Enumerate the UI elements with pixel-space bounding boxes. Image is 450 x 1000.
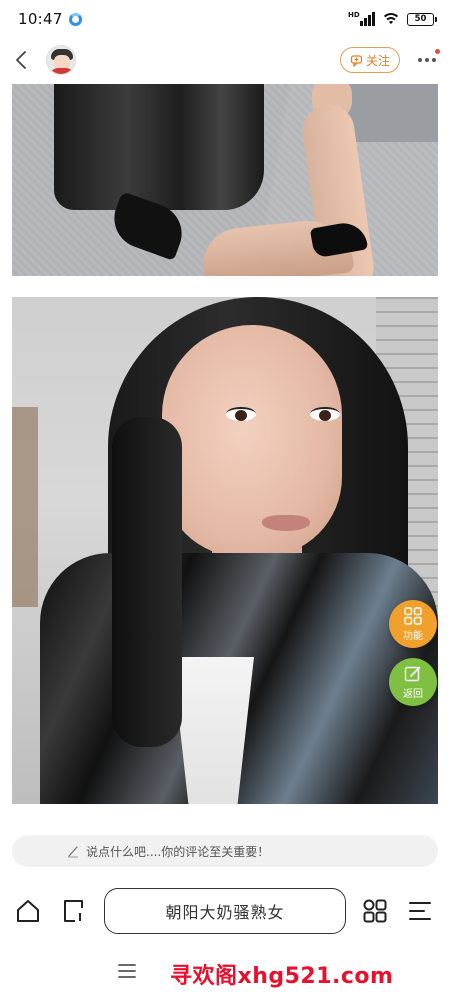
pen-icon xyxy=(68,846,78,858)
cellular-signal-icon: HD xyxy=(348,11,375,26)
url-text: 朝阳大奶骚熟女 xyxy=(165,903,285,922)
function-button[interactable]: 功能 xyxy=(389,600,437,648)
status-icons: HD 50 xyxy=(348,11,437,26)
apps-icon[interactable] xyxy=(361,897,389,925)
status-bar: 10:47 HD 50 xyxy=(0,0,450,38)
more-icon[interactable] xyxy=(414,47,440,73)
site-watermark: 寻欢阁xhg521.com xyxy=(170,964,394,989)
app-notification-icon xyxy=(68,12,82,26)
system-nav-bar: 寻欢阁xhg521.com xyxy=(0,955,450,995)
comment-input[interactable]: 说点什么吧....你的评论至关重要！ xyxy=(12,835,438,867)
wifi-icon xyxy=(381,12,401,26)
browser-toolbar: 朝阳大奶骚熟女 xyxy=(0,884,450,938)
function-label: 功能 xyxy=(403,630,423,642)
tab-icon[interactable] xyxy=(60,897,88,925)
grid-icon xyxy=(404,606,422,625)
menu-lines-icon[interactable] xyxy=(406,897,434,925)
return-label: 返回 xyxy=(403,688,423,700)
author-avatar[interactable] xyxy=(46,45,76,75)
status-time: 10:47 xyxy=(18,10,63,28)
follow-icon xyxy=(350,54,363,67)
network-label: HD xyxy=(348,11,360,19)
post-image-2[interactable] xyxy=(12,297,438,804)
back-icon[interactable] xyxy=(10,49,32,71)
battery-level: 50 xyxy=(414,14,427,24)
home-icon[interactable] xyxy=(14,897,42,925)
notification-dot xyxy=(435,49,440,54)
battery-icon: 50 xyxy=(407,12,437,26)
post-image-1[interactable] xyxy=(12,84,438,276)
edit-icon xyxy=(404,666,421,681)
follow-label: 关注 xyxy=(365,53,390,68)
comment-placeholder: 说点什么吧....你的评论至关重要！ xyxy=(86,844,270,859)
url-bar[interactable]: 朝阳大奶骚熟女 xyxy=(104,888,346,934)
return-button[interactable]: 返回 xyxy=(389,658,437,706)
menu-icon[interactable] xyxy=(118,963,136,979)
nav-bar: 关注 xyxy=(0,38,450,82)
follow-button[interactable]: 关注 xyxy=(339,47,400,73)
